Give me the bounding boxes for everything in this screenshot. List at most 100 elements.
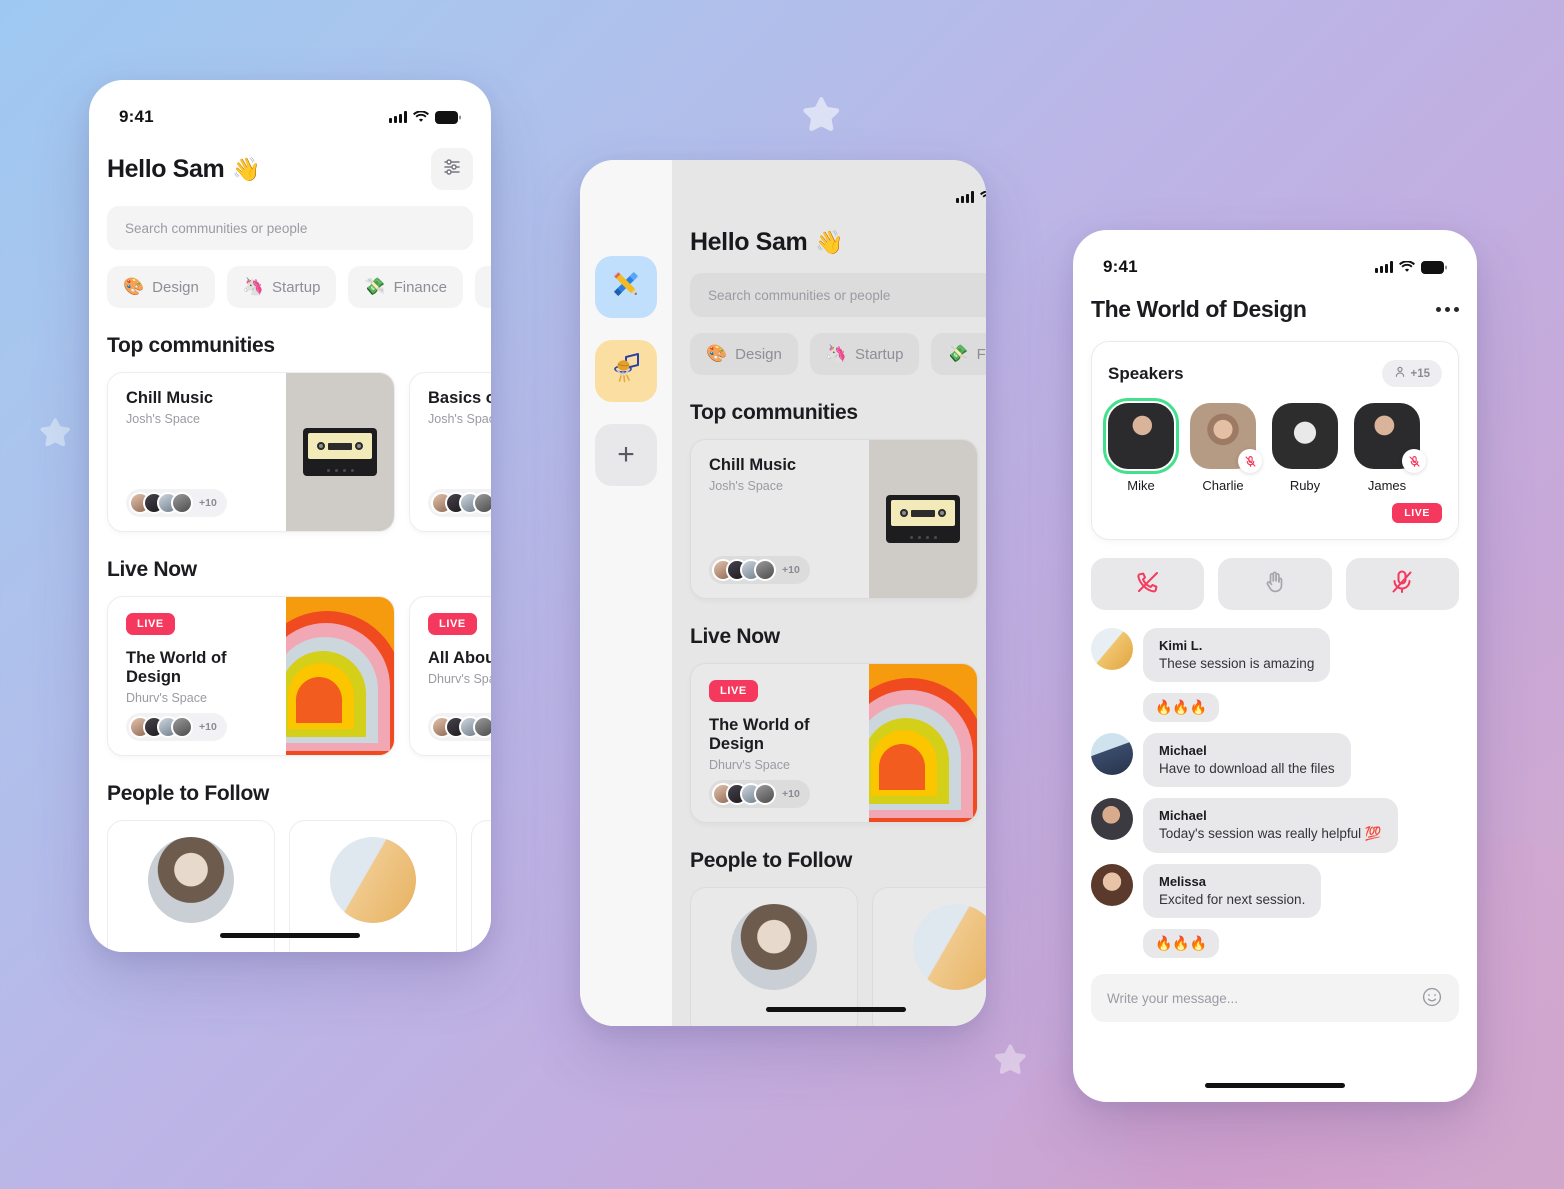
phone-live-room-screen: 9:41 The World of Design Speakers +15 Mi… bbox=[1073, 230, 1477, 1102]
participant-count-badge[interactable]: +15 bbox=[1382, 360, 1442, 387]
member-avatars: +10 bbox=[126, 713, 227, 741]
greeting-text: Hello Sam bbox=[107, 154, 225, 183]
avatar bbox=[1103, 398, 1179, 474]
page-title: Hello Sam 👋 bbox=[690, 228, 844, 257]
palette-icon: 🎨 bbox=[706, 344, 728, 363]
chip-design[interactable]: 🎨 Design bbox=[690, 333, 798, 375]
speaker-tile[interactable]: James bbox=[1354, 403, 1426, 493]
sliders-icon bbox=[442, 157, 462, 182]
card-subtitle: Josh's Space bbox=[709, 479, 783, 493]
message-reaction[interactable]: 🔥🔥🔥 bbox=[1143, 929, 1220, 958]
message-bubble: Michael Today's session was really helpf… bbox=[1143, 798, 1398, 853]
chip-finance[interactable]: 💸 Finan bbox=[931, 333, 986, 375]
person-card[interactable] bbox=[872, 887, 986, 1026]
live-session-card[interactable]: LIVE All Abou Dhurv's Spa +10 bbox=[409, 596, 491, 756]
message-reaction[interactable]: 🔥🔥🔥 bbox=[1143, 693, 1220, 722]
person-card[interactable] bbox=[690, 887, 858, 1026]
live-now-list: LIVE The World of Design Dhurv's Space +… bbox=[690, 663, 986, 823]
section-title-live-now: Live Now bbox=[690, 625, 780, 648]
card-title: The World of Design bbox=[126, 649, 227, 686]
chip-finance[interactable]: 💸 Finance bbox=[348, 266, 463, 308]
avatar bbox=[731, 904, 817, 990]
home-indicator bbox=[766, 1007, 906, 1012]
avatar bbox=[473, 492, 491, 514]
speakers-label: Speakers bbox=[1108, 363, 1184, 383]
home-indicator bbox=[1205, 1083, 1345, 1088]
person-icon bbox=[1394, 366, 1406, 381]
status-time: 9:41 bbox=[1103, 257, 1138, 276]
design-tools-icon bbox=[609, 267, 643, 308]
mic-muted-icon bbox=[1388, 568, 1416, 601]
section-title-live-now: Live Now bbox=[107, 558, 197, 581]
top-communities-list: Chill Music Josh's Space +10 bbox=[107, 372, 491, 532]
message-author: Melissa bbox=[1159, 874, 1206, 889]
message-bubble: Melissa Excited for next session. bbox=[1143, 864, 1322, 918]
filter-button[interactable] bbox=[431, 148, 473, 190]
waving-hand-icon: 👋 bbox=[815, 229, 844, 255]
plus-icon: + bbox=[617, 438, 635, 471]
section-title-people-to-follow: People to Follow bbox=[690, 849, 853, 872]
hangup-button[interactable] bbox=[1091, 558, 1205, 610]
participant-count: +15 bbox=[1410, 367, 1430, 380]
status-bar: 9:41 bbox=[1073, 230, 1477, 282]
card-title: Basics o bbox=[428, 389, 491, 407]
search-input[interactable]: Search communities or people bbox=[107, 206, 473, 250]
star-decoration bbox=[798, 92, 844, 138]
member-avatars: +10 bbox=[709, 556, 810, 584]
person-card[interactable] bbox=[471, 820, 491, 952]
member-overflow-count: +10 bbox=[199, 721, 217, 733]
money-icon: 💸 bbox=[947, 344, 969, 363]
chip-label: Finance bbox=[393, 278, 447, 296]
speaker-tile[interactable]: Mike bbox=[1103, 398, 1179, 493]
rail-item-sports[interactable] bbox=[595, 340, 657, 402]
status-time: 9:41 bbox=[119, 107, 154, 126]
chip-music[interactable]: 🎵 M bbox=[474, 266, 491, 308]
chip-startup[interactable]: 🦄 Startup bbox=[809, 333, 920, 375]
speaker-tile[interactable]: Charlie bbox=[1190, 403, 1262, 493]
live-session-card[interactable]: LIVE The World of Design Dhurv's Space +… bbox=[107, 596, 395, 756]
rail-item-design[interactable] bbox=[595, 256, 657, 318]
live-session-card[interactable]: LIVE The World of Design Dhurv's Space +… bbox=[690, 663, 978, 823]
community-card[interactable]: Chill Music Josh's Space +10 bbox=[690, 439, 978, 599]
raise-hand-button[interactable] bbox=[1218, 558, 1332, 610]
message-text: Have to download all the files bbox=[1159, 761, 1335, 776]
message-input[interactable]: Write your message... bbox=[1091, 974, 1459, 1022]
battery-icon bbox=[435, 110, 461, 124]
message-author: Kimi L. bbox=[1159, 638, 1203, 653]
chip-label: Startup bbox=[855, 345, 904, 363]
member-overflow-count: +10 bbox=[199, 497, 217, 509]
card-title: Chill Music bbox=[709, 456, 797, 474]
more-horizontal-icon[interactable] bbox=[1436, 307, 1459, 312]
mute-button[interactable] bbox=[1345, 558, 1459, 610]
search-input[interactable]: Search communities or people bbox=[690, 273, 986, 317]
add-space-button[interactable]: + bbox=[595, 424, 657, 486]
page-title: Hello Sam 👋 bbox=[107, 155, 261, 184]
smiley-icon[interactable] bbox=[1421, 986, 1443, 1011]
speaker-tile[interactable]: Ruby bbox=[1272, 403, 1338, 493]
card-title: The World of Design bbox=[709, 716, 810, 753]
card-subtitle: Dhurv's Spa bbox=[428, 672, 491, 686]
section-title-top-communities: Top communities bbox=[107, 334, 275, 357]
community-card[interactable]: Chill Music Josh's Space +10 bbox=[107, 372, 395, 532]
search-placeholder: Search communities or people bbox=[125, 220, 308, 236]
status-badge: LIVE bbox=[1392, 503, 1442, 523]
avatar bbox=[1091, 628, 1133, 670]
message-text: Today's session was really helpful 💯 bbox=[1159, 826, 1382, 841]
card-subtitle: Dhurv's Space bbox=[126, 691, 207, 705]
wifi-icon bbox=[1399, 261, 1415, 273]
greeting-text: Hello Sam bbox=[690, 228, 808, 256]
card-title: All Abou bbox=[428, 649, 491, 667]
avatar bbox=[913, 904, 986, 990]
status-badge: LIVE bbox=[709, 680, 758, 702]
search-placeholder: Search communities or people bbox=[708, 287, 891, 303]
member-avatars: +10 bbox=[709, 780, 810, 808]
home-indicator bbox=[220, 933, 360, 938]
community-card[interactable]: Basics o Josh's Spac +10 bbox=[409, 372, 491, 532]
chat-message: Melissa Excited for next session. bbox=[1091, 864, 1459, 918]
member-avatars: +10 bbox=[126, 489, 227, 517]
chip-startup[interactable]: 🦄 Startup bbox=[226, 266, 337, 308]
chip-design[interactable]: 🎨 Design bbox=[107, 266, 215, 308]
battery-icon bbox=[1421, 260, 1447, 274]
waving-hand-icon: 👋 bbox=[232, 155, 261, 182]
mic-muted-badge bbox=[1238, 449, 1262, 473]
